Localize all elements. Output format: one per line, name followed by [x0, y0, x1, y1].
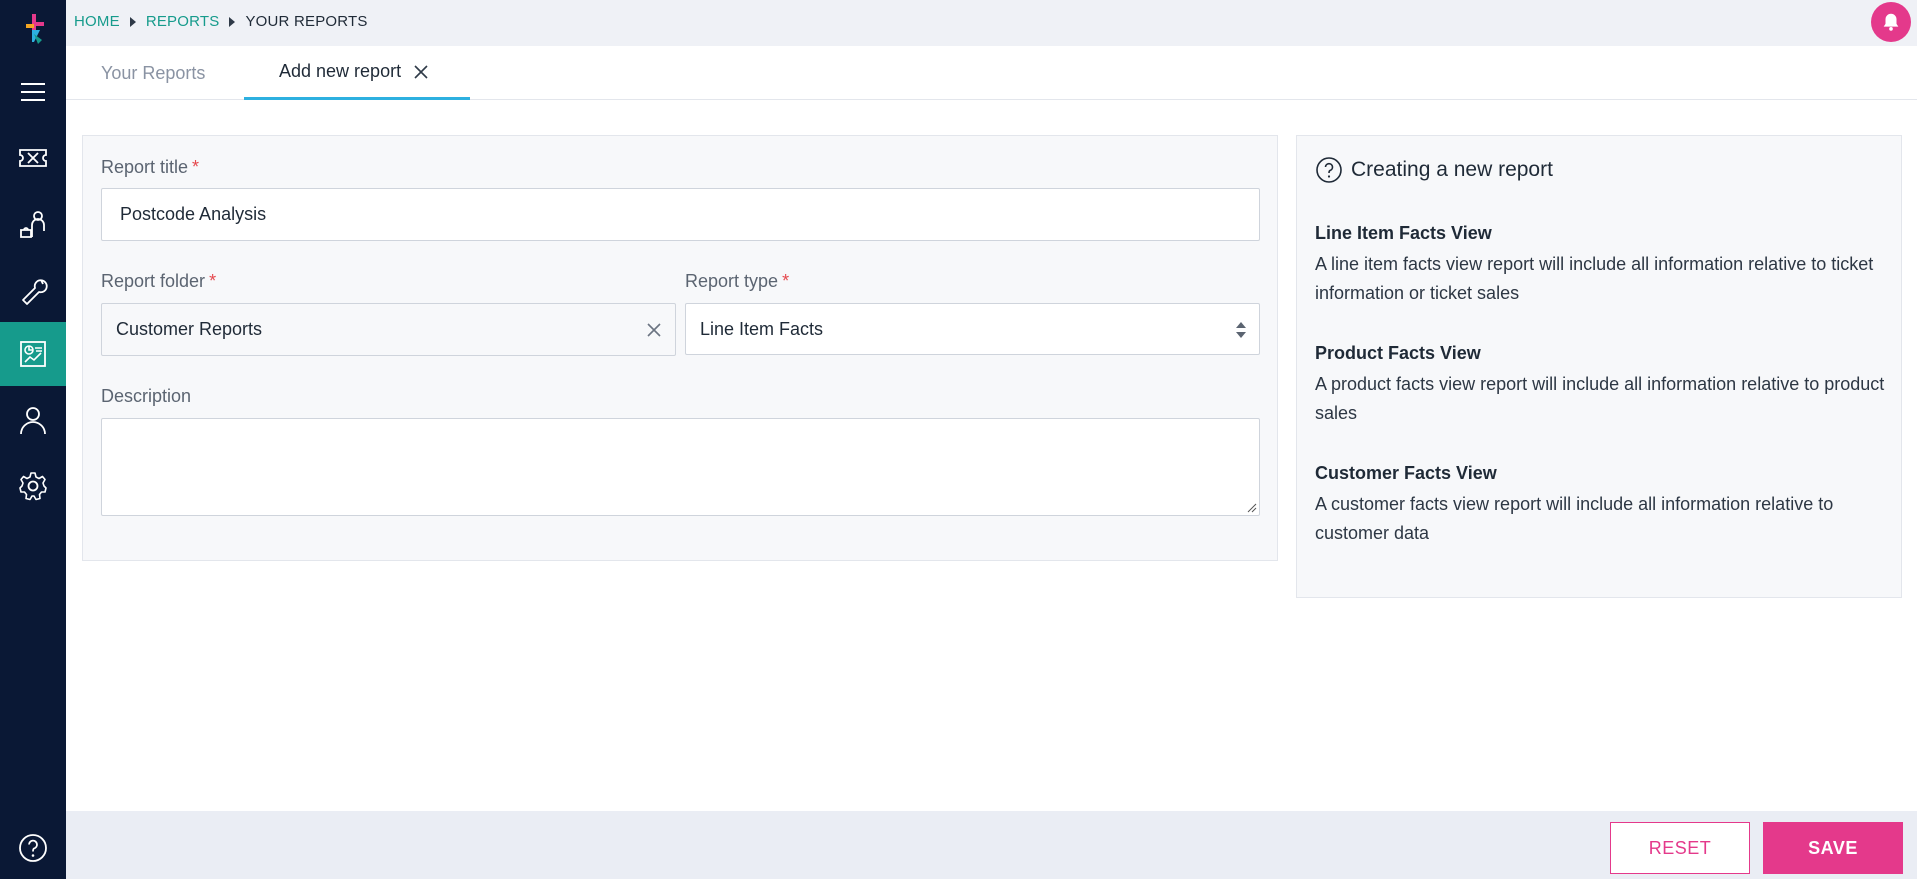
tab-label: Add new report — [279, 61, 402, 81]
tab-bar: Your Reports Add new report — [66, 46, 1917, 100]
report-folder-select[interactable]: Customer Reports — [101, 303, 676, 356]
help-icon — [19, 834, 47, 862]
heading-text: Creating a new report — [1351, 158, 1553, 181]
report-title-input[interactable]: Postcode Analysis — [101, 188, 1260, 241]
label-text: Report type — [685, 271, 779, 291]
action-footer: RESET SAVE — [66, 811, 1917, 879]
close-icon — [414, 64, 428, 79]
report-type-select[interactable]: Line Item Facts — [685, 303, 1260, 355]
breadcrumb-separator-icon — [229, 16, 236, 27]
tools-icon — [22, 279, 48, 305]
clear-icon[interactable] — [645, 321, 663, 339]
help-panel: Creating a new report Line Item Facts Vi… — [1296, 135, 1902, 598]
sidebar-item-help[interactable] — [0, 816, 66, 879]
info-section-text: A line item facts view report will inclu… — [1315, 254, 1874, 303]
help-panel-heading: Creating a new report — [1315, 156, 1553, 184]
label-text: Report folder — [101, 271, 206, 291]
resize-handle-icon[interactable] — [1247, 503, 1257, 513]
report-type-label: Report type * — [685, 271, 789, 292]
report-folder-label: Report folder * — [101, 271, 216, 292]
logo-icon[interactable] — [18, 12, 48, 46]
breadcrumb-reports[interactable]: REPORTS — [146, 13, 220, 30]
sidebar-item-customers[interactable] — [0, 192, 66, 256]
tab-your-reports[interactable]: Your Reports — [101, 46, 205, 100]
sort-arrows-icon — [1236, 322, 1246, 338]
question-circle-icon — [1316, 157, 1342, 183]
tab-add-new-report[interactable]: Add new report — [244, 46, 470, 100]
info-section-text: A product facts view report will include… — [1315, 374, 1885, 423]
save-button[interactable]: SAVE — [1763, 822, 1903, 874]
info-section-title: Line Item Facts View — [1315, 223, 1492, 243]
required-mark: * — [782, 271, 790, 291]
description-textarea[interactable] — [101, 418, 1260, 516]
info-section-line-item: Line Item Facts View A line item facts v… — [1315, 223, 1885, 308]
top-bar: HOME REPORTS YOUR REPORTS — [66, 0, 1917, 46]
notifications-button[interactable] — [1871, 2, 1911, 42]
label-text: Report title — [101, 157, 189, 177]
report-title-label: Report title * — [101, 157, 199, 178]
required-mark: * — [209, 271, 217, 291]
label-text: Description — [101, 386, 192, 406]
settings-icon — [19, 472, 47, 501]
sidebar-item-tickets[interactable] — [0, 126, 66, 190]
tab-label: Your Reports — [101, 62, 206, 83]
select-value: Customer Reports — [116, 319, 263, 339]
customers-icon — [20, 211, 45, 238]
description-label: Description — [101, 386, 191, 407]
input-value: Postcode Analysis — [120, 204, 267, 224]
ticket-icon — [19, 149, 47, 167]
sidebar-item-settings[interactable] — [0, 454, 66, 518]
menu-icon — [21, 83, 45, 101]
reports-icon — [20, 341, 46, 367]
breadcrumb-home[interactable]: HOME — [74, 13, 120, 30]
report-form: Report title * Postcode Analysis Report f… — [82, 135, 1278, 561]
info-section-customer: Customer Facts View A customer facts vie… — [1315, 463, 1885, 548]
breadcrumb-current: YOUR REPORTS — [245, 13, 368, 30]
select-value: Line Item Facts — [700, 318, 824, 339]
info-section-title: Product Facts View — [1315, 343, 1481, 363]
reset-button[interactable]: RESET — [1610, 822, 1750, 874]
breadcrumb-separator-icon — [129, 16, 136, 27]
user-icon — [20, 407, 46, 435]
info-section-product: Product Facts View A product facts view … — [1315, 343, 1885, 428]
sidebar-item-users[interactable] — [0, 388, 66, 452]
sidebar-item-reports[interactable] — [0, 322, 66, 386]
close-tab-button[interactable] — [413, 64, 429, 80]
info-section-title: Customer Facts View — [1315, 463, 1497, 483]
bell-icon — [1883, 13, 1899, 31]
sidebar — [0, 0, 66, 879]
breadcrumb: HOME REPORTS YOUR REPORTS — [74, 13, 368, 30]
info-section-text: A customer facts view report will includ… — [1315, 494, 1834, 543]
menu-button[interactable] — [0, 60, 66, 124]
required-mark: * — [192, 157, 200, 177]
sidebar-item-tools[interactable] — [0, 258, 66, 322]
